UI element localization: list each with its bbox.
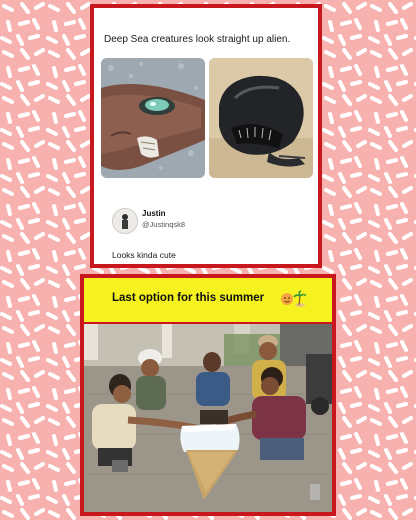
reply-username[interactable]: Justin <box>142 209 166 218</box>
avatar-image <box>113 209 137 233</box>
tweet-text: Deep Sea creatures look straight up alie… <box>104 34 291 45</box>
people-with-ice-block-photo <box>84 324 332 512</box>
reply-handle[interactable]: @Justinqsk8 <box>142 220 185 229</box>
rattail-fish-image <box>101 58 205 178</box>
sun-face-island-icon <box>281 290 306 307</box>
banner-title: Last option for this summer <box>112 292 265 304</box>
tweet-photo-left[interactable] <box>101 58 205 178</box>
video-frame-image[interactable] <box>84 324 332 512</box>
video-card: Last option for this summer <box>80 274 336 516</box>
video-banner: Last option for this summer <box>84 278 332 322</box>
tweet-photo-right[interactable] <box>209 58 313 178</box>
reply-text: Looks kinda cute <box>112 250 176 260</box>
avatar[interactable] <box>112 208 138 234</box>
anglerfish-image <box>209 58 313 178</box>
tweet-card: Deep Sea creatures look straight up alie… <box>90 4 322 268</box>
